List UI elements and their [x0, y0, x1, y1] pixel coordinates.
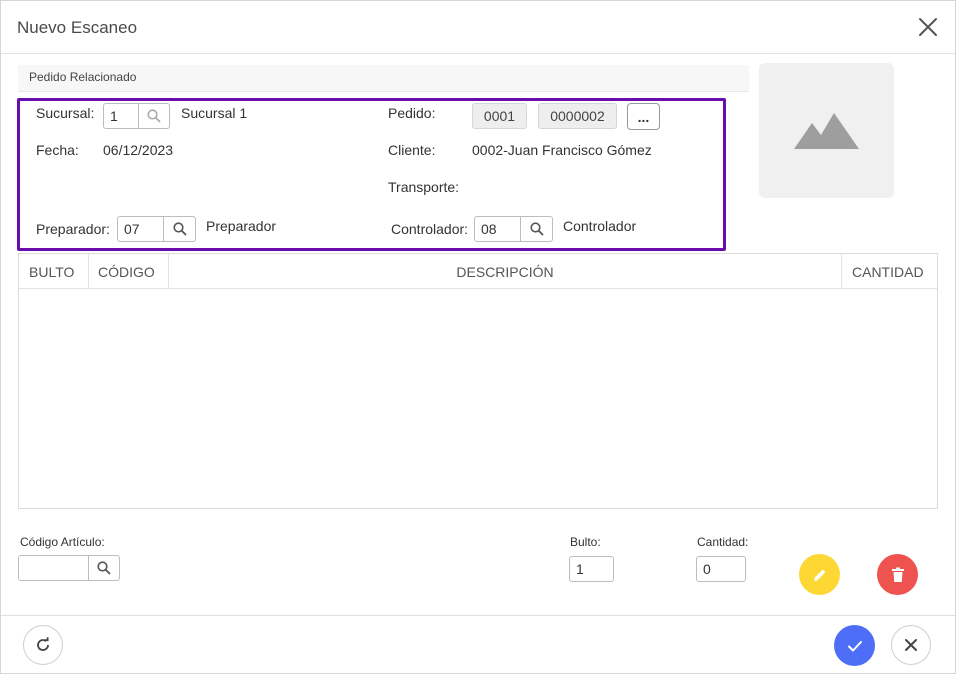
trash-icon: [891, 567, 904, 582]
controlador-input[interactable]: [475, 217, 520, 241]
fecha-label: Fecha:: [36, 142, 79, 158]
controlador-label: Controlador:: [391, 221, 469, 237]
sucursal-label: Sucursal:: [36, 105, 95, 121]
column-header-descripcion[interactable]: DESCRIPCIÓN: [169, 254, 842, 289]
codigo-articulo-search-button[interactable]: [88, 556, 119, 580]
grid-header: BULTO CÓDIGO DESCRIPCIÓN CANTIDAD: [19, 254, 937, 289]
sucursal-input[interactable]: [104, 104, 138, 128]
bulto-input[interactable]: [570, 557, 613, 581]
dialog-title: Nuevo Escaneo: [17, 18, 138, 37]
codigo-articulo-input[interactable]: [19, 556, 88, 580]
sucursal-name: Sucursal 1: [181, 105, 248, 121]
pencil-icon: [813, 569, 825, 581]
preparador-name: Preparador: [206, 218, 277, 234]
cliente-label: Cliente:: [388, 142, 436, 158]
confirm-button[interactable]: [834, 625, 875, 666]
preparador-input[interactable]: [118, 217, 163, 241]
nuevo-escaneo-dialog: Nuevo Escaneo Pedido Relacionado Sucursa…: [0, 0, 956, 674]
search-icon: [172, 222, 187, 236]
refresh-button[interactable]: [23, 625, 63, 665]
sucursal-search-button[interactable]: [138, 104, 169, 128]
items-grid: BULTO CÓDIGO DESCRIPCIÓN CANTIDAD: [18, 253, 938, 509]
search-icon: [529, 222, 544, 236]
preparador-search-button[interactable]: [163, 217, 195, 241]
pedido-select-button[interactable]: ...: [627, 103, 660, 130]
edit-button[interactable]: [799, 554, 840, 595]
search-icon: [97, 561, 111, 575]
pedido-label: Pedido:: [388, 105, 436, 121]
cancel-button[interactable]: [891, 625, 931, 665]
controlador-search-button[interactable]: [520, 217, 552, 241]
preparador-label: Preparador:: [36, 221, 110, 237]
bulto-label: Bulto:: [570, 535, 601, 549]
close-icon: [905, 639, 917, 651]
check-icon: [847, 640, 862, 651]
delete-button[interactable]: [877, 554, 918, 595]
fecha-value: 06/12/2023: [103, 142, 174, 158]
section-header: Pedido Relacionado: [18, 65, 749, 92]
column-header-codigo[interactable]: CÓDIGO: [89, 254, 169, 289]
bulto-field: [569, 556, 614, 582]
image-placeholder[interactable]: [759, 63, 894, 198]
cantidad-field: [696, 556, 746, 582]
image-icon: [794, 113, 859, 149]
controlador-field: [474, 216, 553, 242]
pedido-number: 0000002: [538, 103, 617, 129]
preparador-field: [117, 216, 196, 242]
cliente-value: 0002-Juan Francisco Gómez: [472, 142, 652, 158]
footer-divider: [1, 615, 955, 616]
section-label: Pedido Relacionado: [29, 70, 137, 84]
controlador-name: Controlador: [563, 218, 637, 234]
codigo-articulo-label: Código Artículo:: [20, 535, 105, 549]
column-header-cantidad[interactable]: CANTIDAD: [842, 254, 937, 289]
refresh-icon: [37, 637, 49, 651]
cantidad-input[interactable]: [697, 557, 745, 581]
sucursal-field: [103, 103, 170, 129]
search-icon: [147, 109, 161, 123]
close-icon[interactable]: [917, 16, 939, 38]
cantidad-label: Cantidad:: [697, 535, 749, 549]
transporte-label: Transporte:: [388, 179, 460, 195]
pedido-prefix: 0001: [472, 103, 527, 129]
dialog-header: Nuevo Escaneo: [1, 1, 955, 54]
column-header-bulto[interactable]: BULTO: [19, 254, 89, 289]
codigo-articulo-field: [18, 555, 120, 581]
